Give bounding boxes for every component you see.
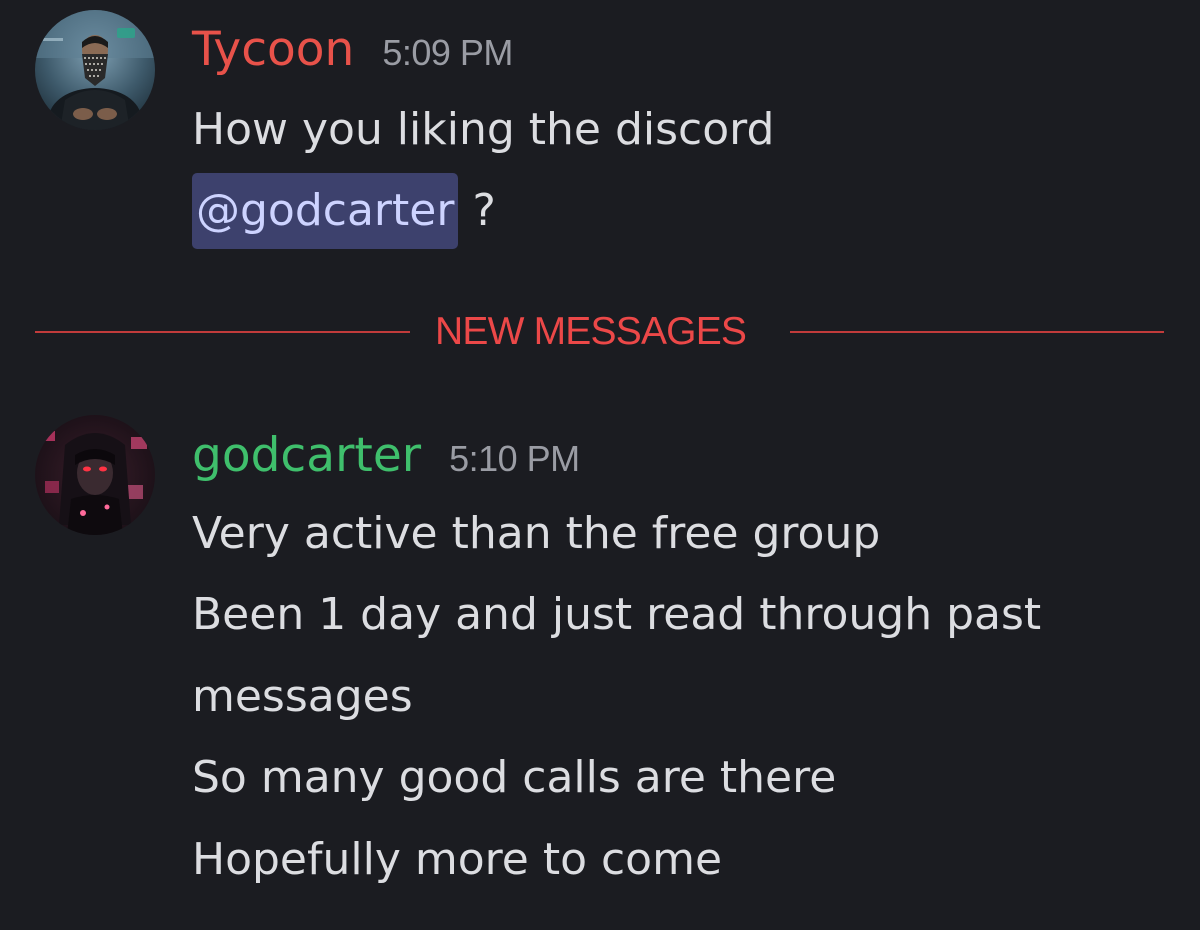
new-messages-divider-label: NEW MESSAGES <box>435 310 747 353</box>
message-header-tycoon: Tycoon 5:09 PM <box>192 20 513 80</box>
message-text: messages <box>192 671 413 722</box>
message-text: Very active than the free group <box>192 508 881 559</box>
user-mention[interactable]: @godcarter <box>192 173 459 249</box>
message-text-mention-line: @godcarter ? <box>192 173 496 249</box>
masked-man-avatar-icon <box>35 10 155 130</box>
divider-line <box>35 331 410 333</box>
timestamp: 5:10 PM <box>449 438 580 479</box>
message-header-godcarter: godcarter 5:10 PM <box>192 426 580 486</box>
anime-character-avatar-icon <box>35 415 155 535</box>
divider-line <box>790 331 1164 333</box>
avatar-tycoon[interactable] <box>35 10 155 130</box>
avatar-godcarter[interactable] <box>35 415 155 535</box>
message-text: Hopefully more to come <box>192 834 723 885</box>
message-text: How you liking the discord <box>192 104 775 155</box>
message-text: ? <box>472 185 496 236</box>
username-tycoon[interactable]: Tycoon <box>192 20 354 80</box>
message-text: Been 1 day and just read through past <box>192 589 1042 640</box>
message-text: So many good calls are there <box>192 752 837 803</box>
timestamp: 5:09 PM <box>382 32 513 73</box>
username-godcarter[interactable]: godcarter <box>192 426 421 486</box>
